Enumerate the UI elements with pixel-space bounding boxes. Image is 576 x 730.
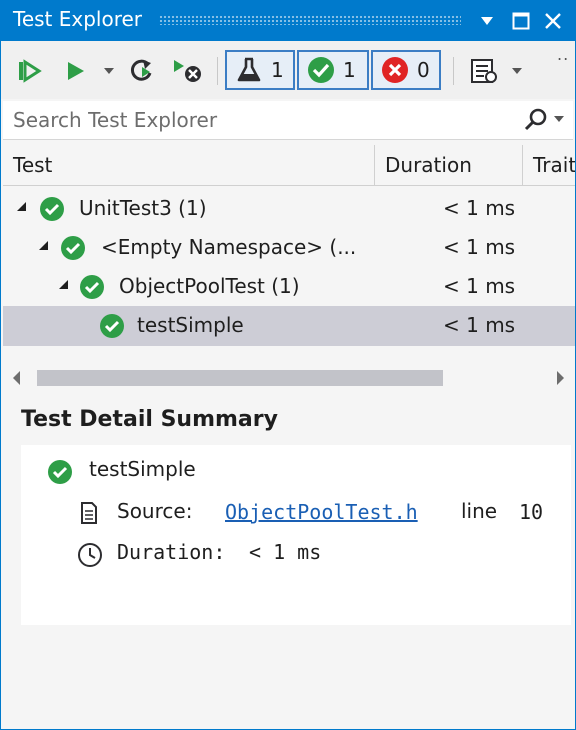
column-header-duration[interactable]: Duration <box>375 145 523 185</box>
passed-icon <box>80 275 104 299</box>
refresh-button[interactable] <box>127 58 159 84</box>
horizontal-scrollbar[interactable] <box>3 355 575 401</box>
tree-row-label: testSimple <box>137 313 244 337</box>
test-tree: UnitTest3 (1) < 1 ms <Empty Namespace> (… <box>3 187 575 347</box>
window-title: Test Explorer <box>13 7 143 31</box>
refresh-icon <box>130 59 152 81</box>
filter-failed-button[interactable]: 0 <box>371 50 441 90</box>
scroll-right-icon[interactable] <box>557 371 564 385</box>
filter-passed-count: 1 <box>343 58 356 82</box>
cancel-icon <box>174 60 201 82</box>
tree-row-duration: < 1 ms <box>443 313 516 337</box>
chevron-down-icon <box>481 17 493 25</box>
tree-row-duration: < 1 ms <box>443 274 516 298</box>
toolbar-separator <box>453 57 454 85</box>
grid-header: Test Duration Trait <box>3 145 575 186</box>
tree-row-duration: < 1 ms <box>443 196 516 220</box>
close-icon <box>545 13 561 29</box>
run-button[interactable] <box>63 58 89 84</box>
filter-all-count: 1 <box>271 58 284 82</box>
tree-row-objectpooltest[interactable]: ObjectPoolTest (1) < 1 ms <box>3 267 575 307</box>
failed-icon <box>382 57 408 83</box>
tree-row-label: UnitTest3 (1) <box>79 196 207 220</box>
maximize-icon <box>512 12 530 30</box>
passed-icon <box>100 314 124 338</box>
playlist-button[interactable] <box>467 58 501 84</box>
title-bar: Test Explorer <box>1 1 575 41</box>
window-position-dropdown-button[interactable] <box>475 8 499 34</box>
column-header-test[interactable]: Test <box>3 145 375 185</box>
source-line-number: 10 <box>519 500 544 524</box>
test-detail-summary: Test Detail Summary testSimple Source: O… <box>3 401 575 729</box>
maximize-button[interactable] <box>509 8 533 34</box>
run-dropdown-button[interactable] <box>101 58 117 84</box>
passed-icon <box>48 460 72 484</box>
passed-icon <box>308 57 334 83</box>
duration-label: Duration: <box>117 540 226 564</box>
tree-row-label: ObjectPoolTest (1) <box>119 274 300 298</box>
expand-arrow-icon[interactable] <box>59 280 68 289</box>
source-line-label: line <box>461 499 498 523</box>
tree-row-unittest3[interactable]: UnitTest3 (1) < 1 ms <box>3 189 575 229</box>
chevron-down-icon <box>512 68 522 74</box>
run-all-button[interactable] <box>15 58 45 84</box>
tree-row-testsimple[interactable]: testSimple < 1 ms <box>3 306 575 346</box>
playlist-icon <box>471 59 497 83</box>
flask-icon <box>237 57 261 82</box>
toolbar-separator <box>217 57 218 85</box>
playlist-dropdown-button[interactable] <box>509 58 525 84</box>
filter-failed-count: 0 <box>417 58 430 82</box>
tree-row-label: <Empty Namespace> (... <box>101 235 357 259</box>
source-file-link[interactable]: ObjectPoolTest.h <box>225 500 418 524</box>
run-icon <box>68 62 84 80</box>
expand-arrow-icon[interactable] <box>39 241 48 250</box>
search-input[interactable] <box>11 105 505 135</box>
drag-grip[interactable] <box>159 15 461 25</box>
column-header-traits[interactable]: Trait <box>523 145 575 185</box>
duration-value: < 1 ms <box>249 540 322 564</box>
search-box <box>3 101 573 140</box>
chevron-down-icon <box>104 68 114 74</box>
scrollbar-thumb[interactable] <box>37 370 443 386</box>
filter-passed-button[interactable]: 1 <box>297 50 369 90</box>
test-explorer-window: Test Explorer 1 1 0 ‧‧ Search Test Explo… <box>0 0 576 730</box>
expand-arrow-icon[interactable] <box>17 202 26 211</box>
tree-row-duration: < 1 ms <box>443 235 516 259</box>
source-label: Source: <box>117 499 193 523</box>
close-button[interactable] <box>541 8 565 34</box>
detail-panel: testSimple Source: ObjectPoolTest.h line… <box>21 445 571 625</box>
passed-icon <box>61 236 85 260</box>
passed-icon <box>40 197 64 221</box>
cancel-button[interactable] <box>171 58 205 84</box>
source-file-icon <box>81 502 97 524</box>
tree-row-empty-namespace[interactable]: <Empty Namespace> (... < 1 ms <box>3 228 575 268</box>
search-icon[interactable] <box>523 107 549 133</box>
detail-heading: Test Detail Summary <box>21 407 278 432</box>
clock-icon <box>78 543 102 567</box>
run-all-icon <box>19 59 42 83</box>
detail-test-name: testSimple <box>89 457 196 481</box>
filter-all-button[interactable]: 1 <box>225 50 295 90</box>
toolbar-overflow-icon[interactable]: ‧‧ <box>557 50 569 69</box>
search-options-chevron-icon[interactable] <box>553 115 565 123</box>
toolbar: 1 1 0 ‧‧ <box>1 41 575 99</box>
scroll-left-icon[interactable] <box>13 371 20 385</box>
